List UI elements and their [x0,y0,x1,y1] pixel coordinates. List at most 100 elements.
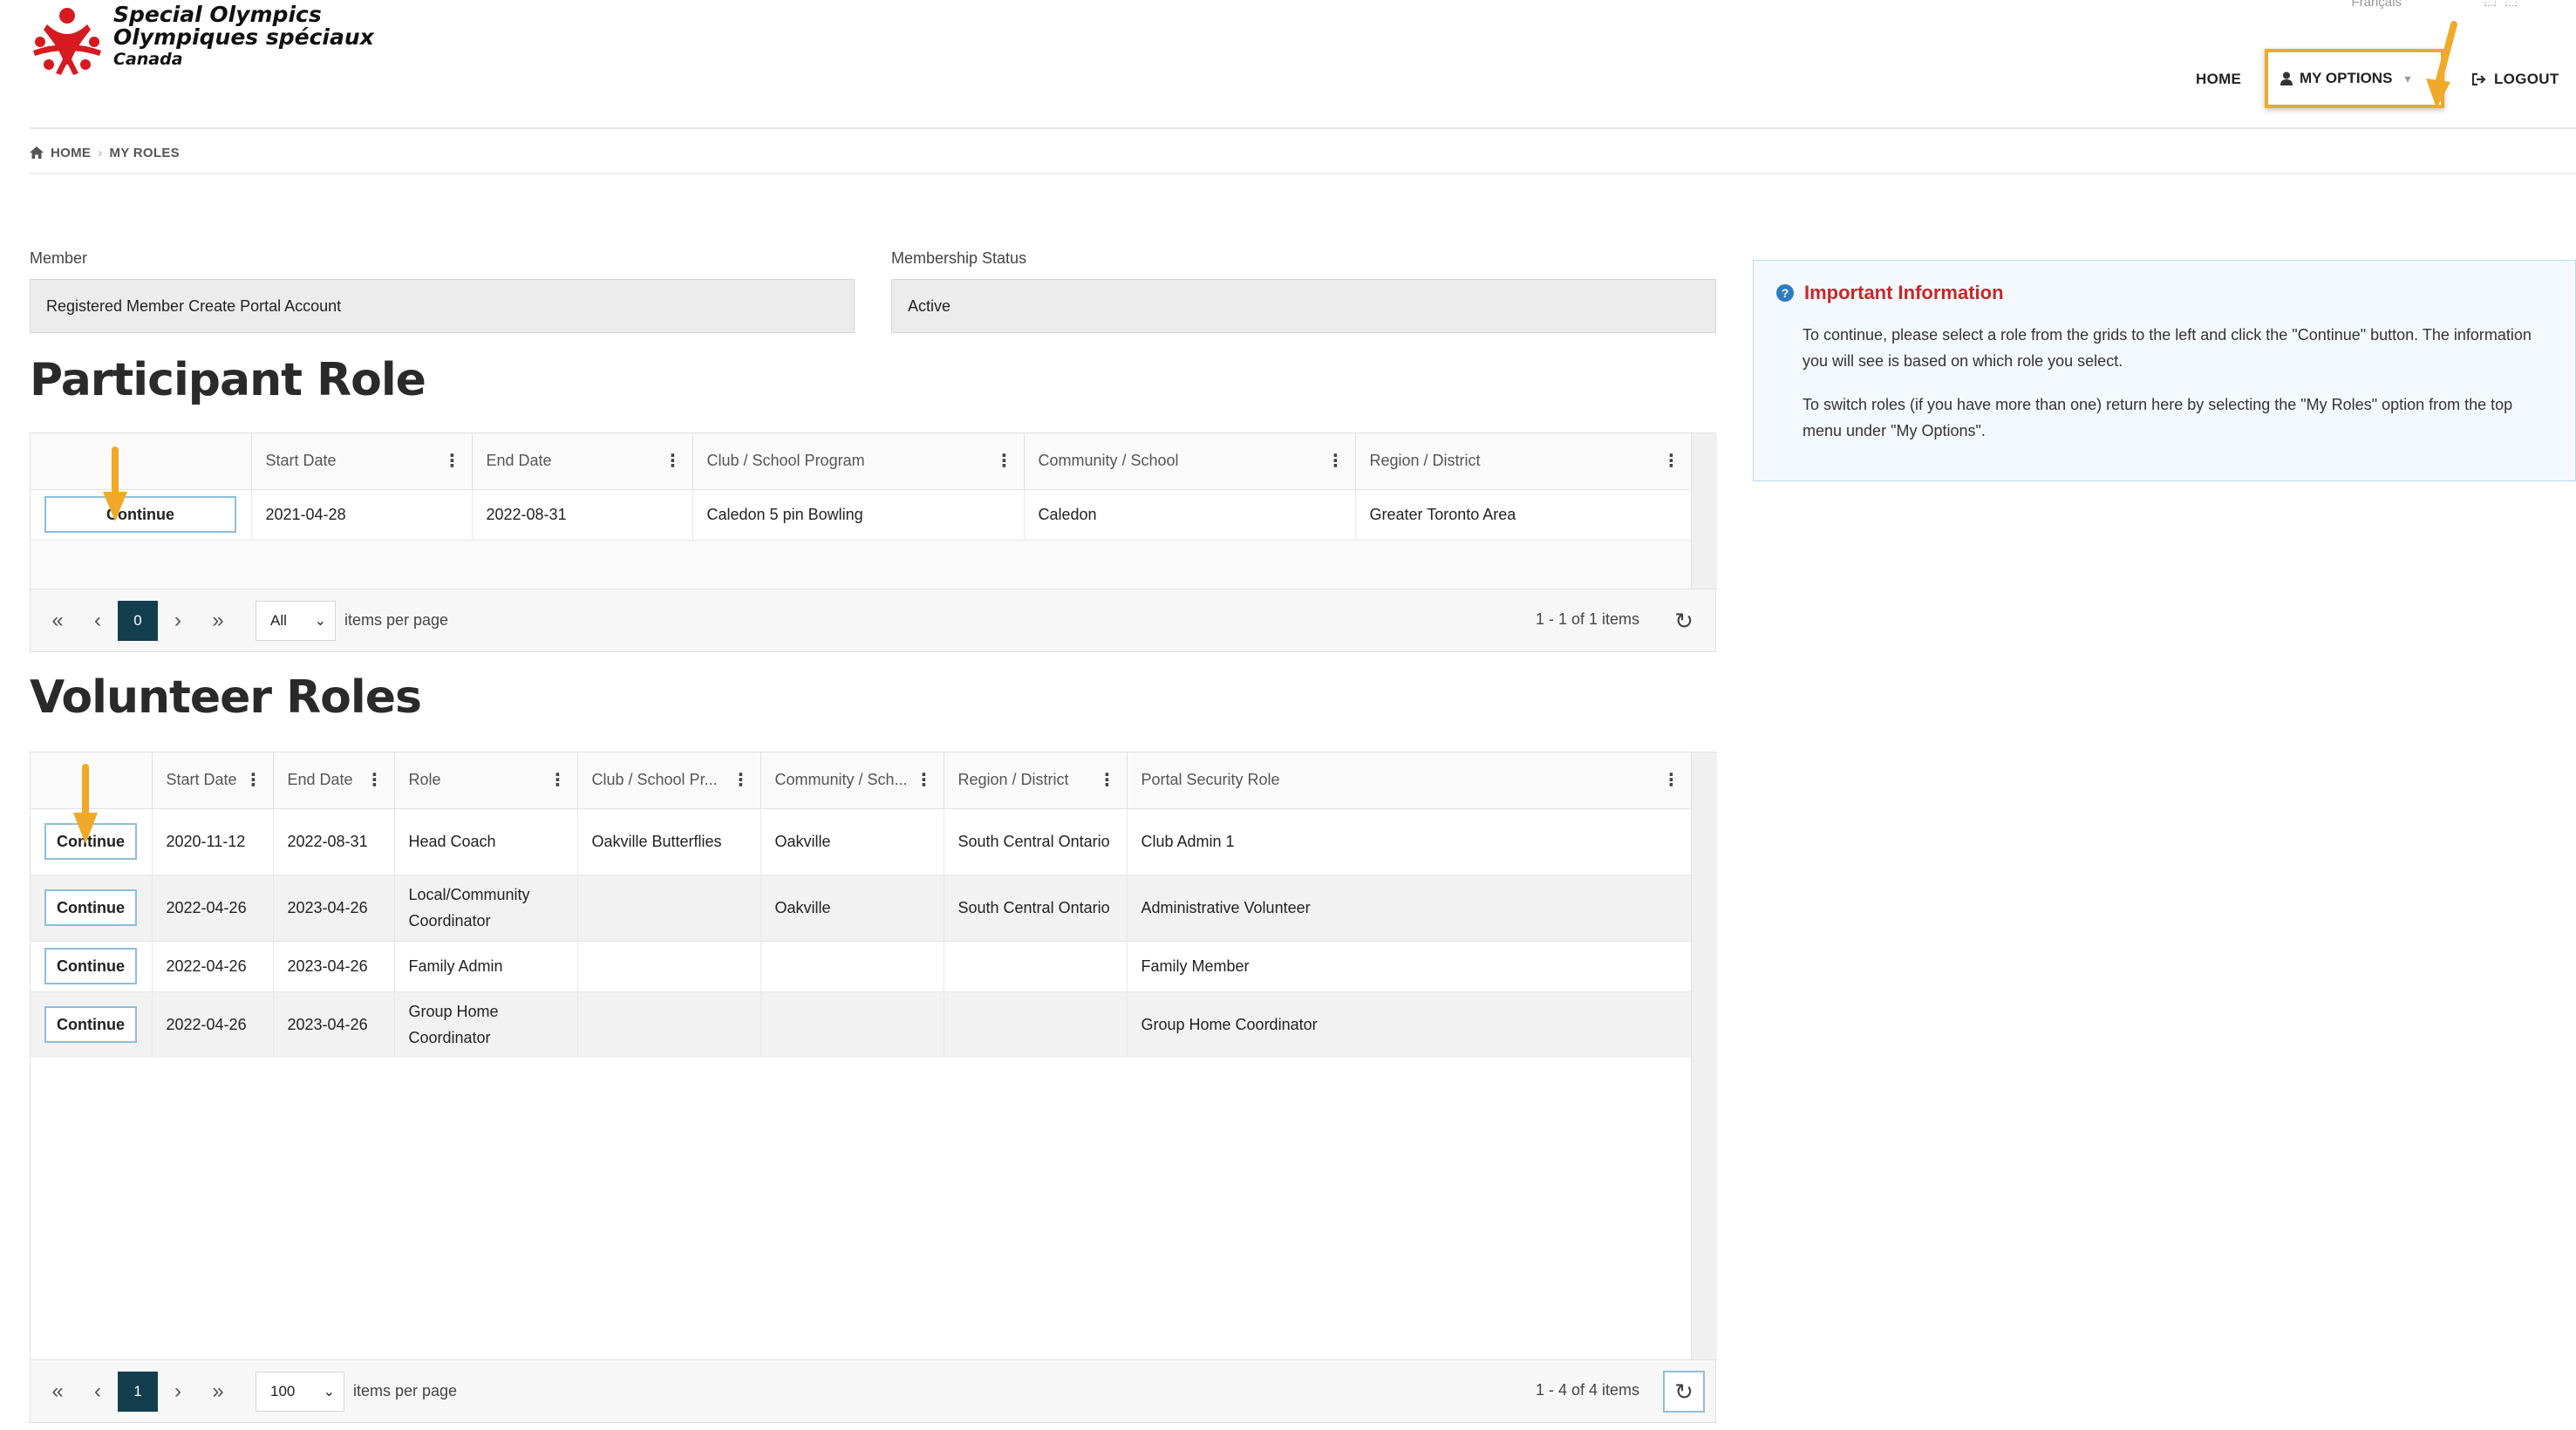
page-size-value: All [270,611,287,629]
social-icon-1[interactable]: ⬚ [2484,0,2497,8]
volunteer-table: Start Date ⋮ End Date ⋮ Role ⋮ Club / Schoo… [31,752,1692,1059]
member-label: Member [30,249,88,267]
special-olympics-logo-icon [33,8,101,75]
cell-security-role: Group Home Coordinator [1127,991,1692,1059]
column-menu-icon[interactable]: ⋮ [444,453,461,470]
cell-role: Group Home Coordinator [394,991,578,1059]
cell-club [577,991,761,1059]
logo-line-3: Canada [113,50,183,69]
breadcrumb-current: MY ROLES [109,145,180,160]
question-circle-icon: ? [1776,284,1794,302]
column-menu-icon[interactable]: ⋮ [664,453,682,470]
nav-logout[interactable]: LOGOUT [2471,49,2559,110]
table-row[interactable]: Continue 2022-04-26 2023-04-26 Family Ad… [31,941,1692,992]
column-menu-icon[interactable]: ⋮ [549,772,567,789]
column-menu-icon[interactable]: ⋮ [733,772,750,789]
column-menu-icon[interactable]: ⋮ [366,772,384,789]
page-size-select[interactable]: 100 ⌄ [256,1371,344,1412]
nav-logout-label[interactable]: LOGOUT [2494,71,2559,88]
cell-role: Head Coach [394,808,578,875]
cell-region: Greater Toronto Area [1355,489,1692,541]
volunteer-col-role[interactable]: Role ⋮ [394,752,578,809]
cell-role: Local/Community Coordinator [394,875,578,942]
nav-home[interactable]: HOME [2196,49,2241,110]
last-page-icon[interactable]: » [198,601,238,641]
cell-club: Caledon 5 pin Bowling [692,489,1025,541]
logo[interactable]: Special Olympics Olympiques spéciaux Can… [30,2,413,80]
refresh-icon[interactable]: ↻ [1663,1371,1705,1413]
volunteer-col-region[interactable]: Region / District ⋮ [944,752,1128,809]
participant-scrollbar[interactable] [1691,433,1717,589]
table-row[interactable]: Continue 2021-04-28 2022-08-31 Caledon 5… [31,489,1692,541]
column-menu-icon[interactable]: ⋮ [1663,453,1680,470]
info-paragraph-1: To continue, please select a role from t… [1803,326,2532,370]
grid-empty-area [31,1058,1691,1359]
current-page-button[interactable]: 1 [118,1371,158,1412]
next-page-icon[interactable]: › [158,601,198,641]
breadcrumb-separator-icon: › [98,145,103,160]
continue-button[interactable]: Continue [44,496,236,533]
cell-security-role: Family Member [1127,941,1692,992]
current-page-button[interactable]: 0 [118,600,158,641]
continue-button[interactable]: Continue [44,1006,137,1043]
language-link[interactable]: Français [2351,0,2402,10]
column-menu-icon[interactable]: ⋮ [1327,453,1345,470]
participant-col-community[interactable]: Community / School ⋮ [1024,433,1356,490]
column-menu-icon[interactable]: ⋮ [245,772,262,789]
user-icon [2280,72,2293,85]
social-icons[interactable]: ⬚ ⬚ [2484,0,2518,9]
cell-club: Oakville Butterflies [577,808,761,875]
volunteer-pager: « ‹ 1 › » 100 ⌄ items per page 1 - 4 of … [31,1359,1715,1422]
cell-security-role: Club Admin 1 [1127,808,1692,875]
nav-my-options-label[interactable]: MY OPTIONS [2300,70,2392,87]
cell-role: Family Admin [394,941,578,992]
volunteer-scrollbar[interactable] [1691,752,1717,1359]
table-row[interactable]: Continue 2022-04-26 2023-04-26 Local/Com… [31,875,1692,942]
cell-end-date: 2022-08-31 [472,489,693,541]
volunteer-col-club[interactable]: Club / School Pr... ⋮ [577,752,761,809]
column-menu-icon[interactable]: ⋮ [916,772,933,789]
continue-button[interactable]: Continue [44,948,137,984]
cell-end-date: 2023-04-26 [273,875,395,942]
cell-end-date: 2023-04-26 [273,991,395,1059]
breadcrumb-home[interactable]: HOME [51,146,91,160]
cell-start-date: 2020-11-12 [152,808,274,875]
table-row[interactable]: Continue 2022-04-26 2023-04-26 Group Hom… [31,991,1692,1059]
first-page-icon[interactable]: « [37,1372,78,1412]
logo-wordmark: Special Olympics Olympiques spéciaux Can… [113,3,374,70]
participant-col-club[interactable]: Club / School Program ⋮ [692,433,1025,490]
first-page-icon[interactable]: « [37,601,78,641]
prev-page-icon[interactable]: ‹ [78,1372,118,1412]
important-information-panel: ? Important Information To continue, ple… [1753,260,2576,481]
membership-status-field: Active [891,279,1716,333]
participant-pager: « ‹ 0 › » All ⌄ items per page 1 - 1 of … [31,589,1715,651]
participant-role-title: Participant Role [30,354,426,406]
column-menu-icon[interactable]: ⋮ [1663,772,1680,789]
next-page-icon[interactable]: › [158,1372,198,1412]
cell-region [944,991,1128,1059]
logo-line-2: Olympiques spéciaux [113,24,374,50]
participant-col-region[interactable]: Region / District ⋮ [1355,433,1692,490]
table-row[interactable]: Continue 2020-11-12 2022-08-31 Head Coac… [31,808,1692,875]
volunteer-col-security-role[interactable]: Portal Security Role ⋮ [1127,752,1692,809]
breadcrumb-divider [30,173,2576,174]
info-title-text: Important Information [1804,282,2004,303]
volunteer-col-community[interactable]: Community / Sch... ⋮ [760,752,944,809]
column-menu-icon[interactable]: ⋮ [1099,772,1116,789]
continue-button[interactable]: Continue [44,889,137,926]
last-page-icon[interactable]: » [198,1372,238,1412]
prev-page-icon[interactable]: ‹ [78,601,118,641]
volunteer-col-start-date[interactable]: Start Date ⋮ [152,752,274,809]
column-menu-icon[interactable]: ⋮ [996,453,1013,470]
refresh-icon[interactable]: ↻ [1663,600,1705,642]
nav-home-label[interactable]: HOME [2196,71,2241,88]
breadcrumb: HOME › MY ROLES [30,141,180,164]
volunteer-col-end-date[interactable]: End Date ⋮ [273,752,395,809]
pager-info: 1 - 4 of 4 items [1536,1381,1640,1399]
social-icon-2[interactable]: ⬚ [2504,0,2518,8]
participant-col-end-date[interactable]: End Date ⋮ [472,433,693,490]
page-size-select[interactable]: All ⌄ [256,600,336,641]
participant-col-start-date[interactable]: Start Date ⋮ [251,433,473,490]
cell-start-date: 2022-04-26 [152,991,274,1059]
cell-region: South Central Ontario [944,875,1128,942]
